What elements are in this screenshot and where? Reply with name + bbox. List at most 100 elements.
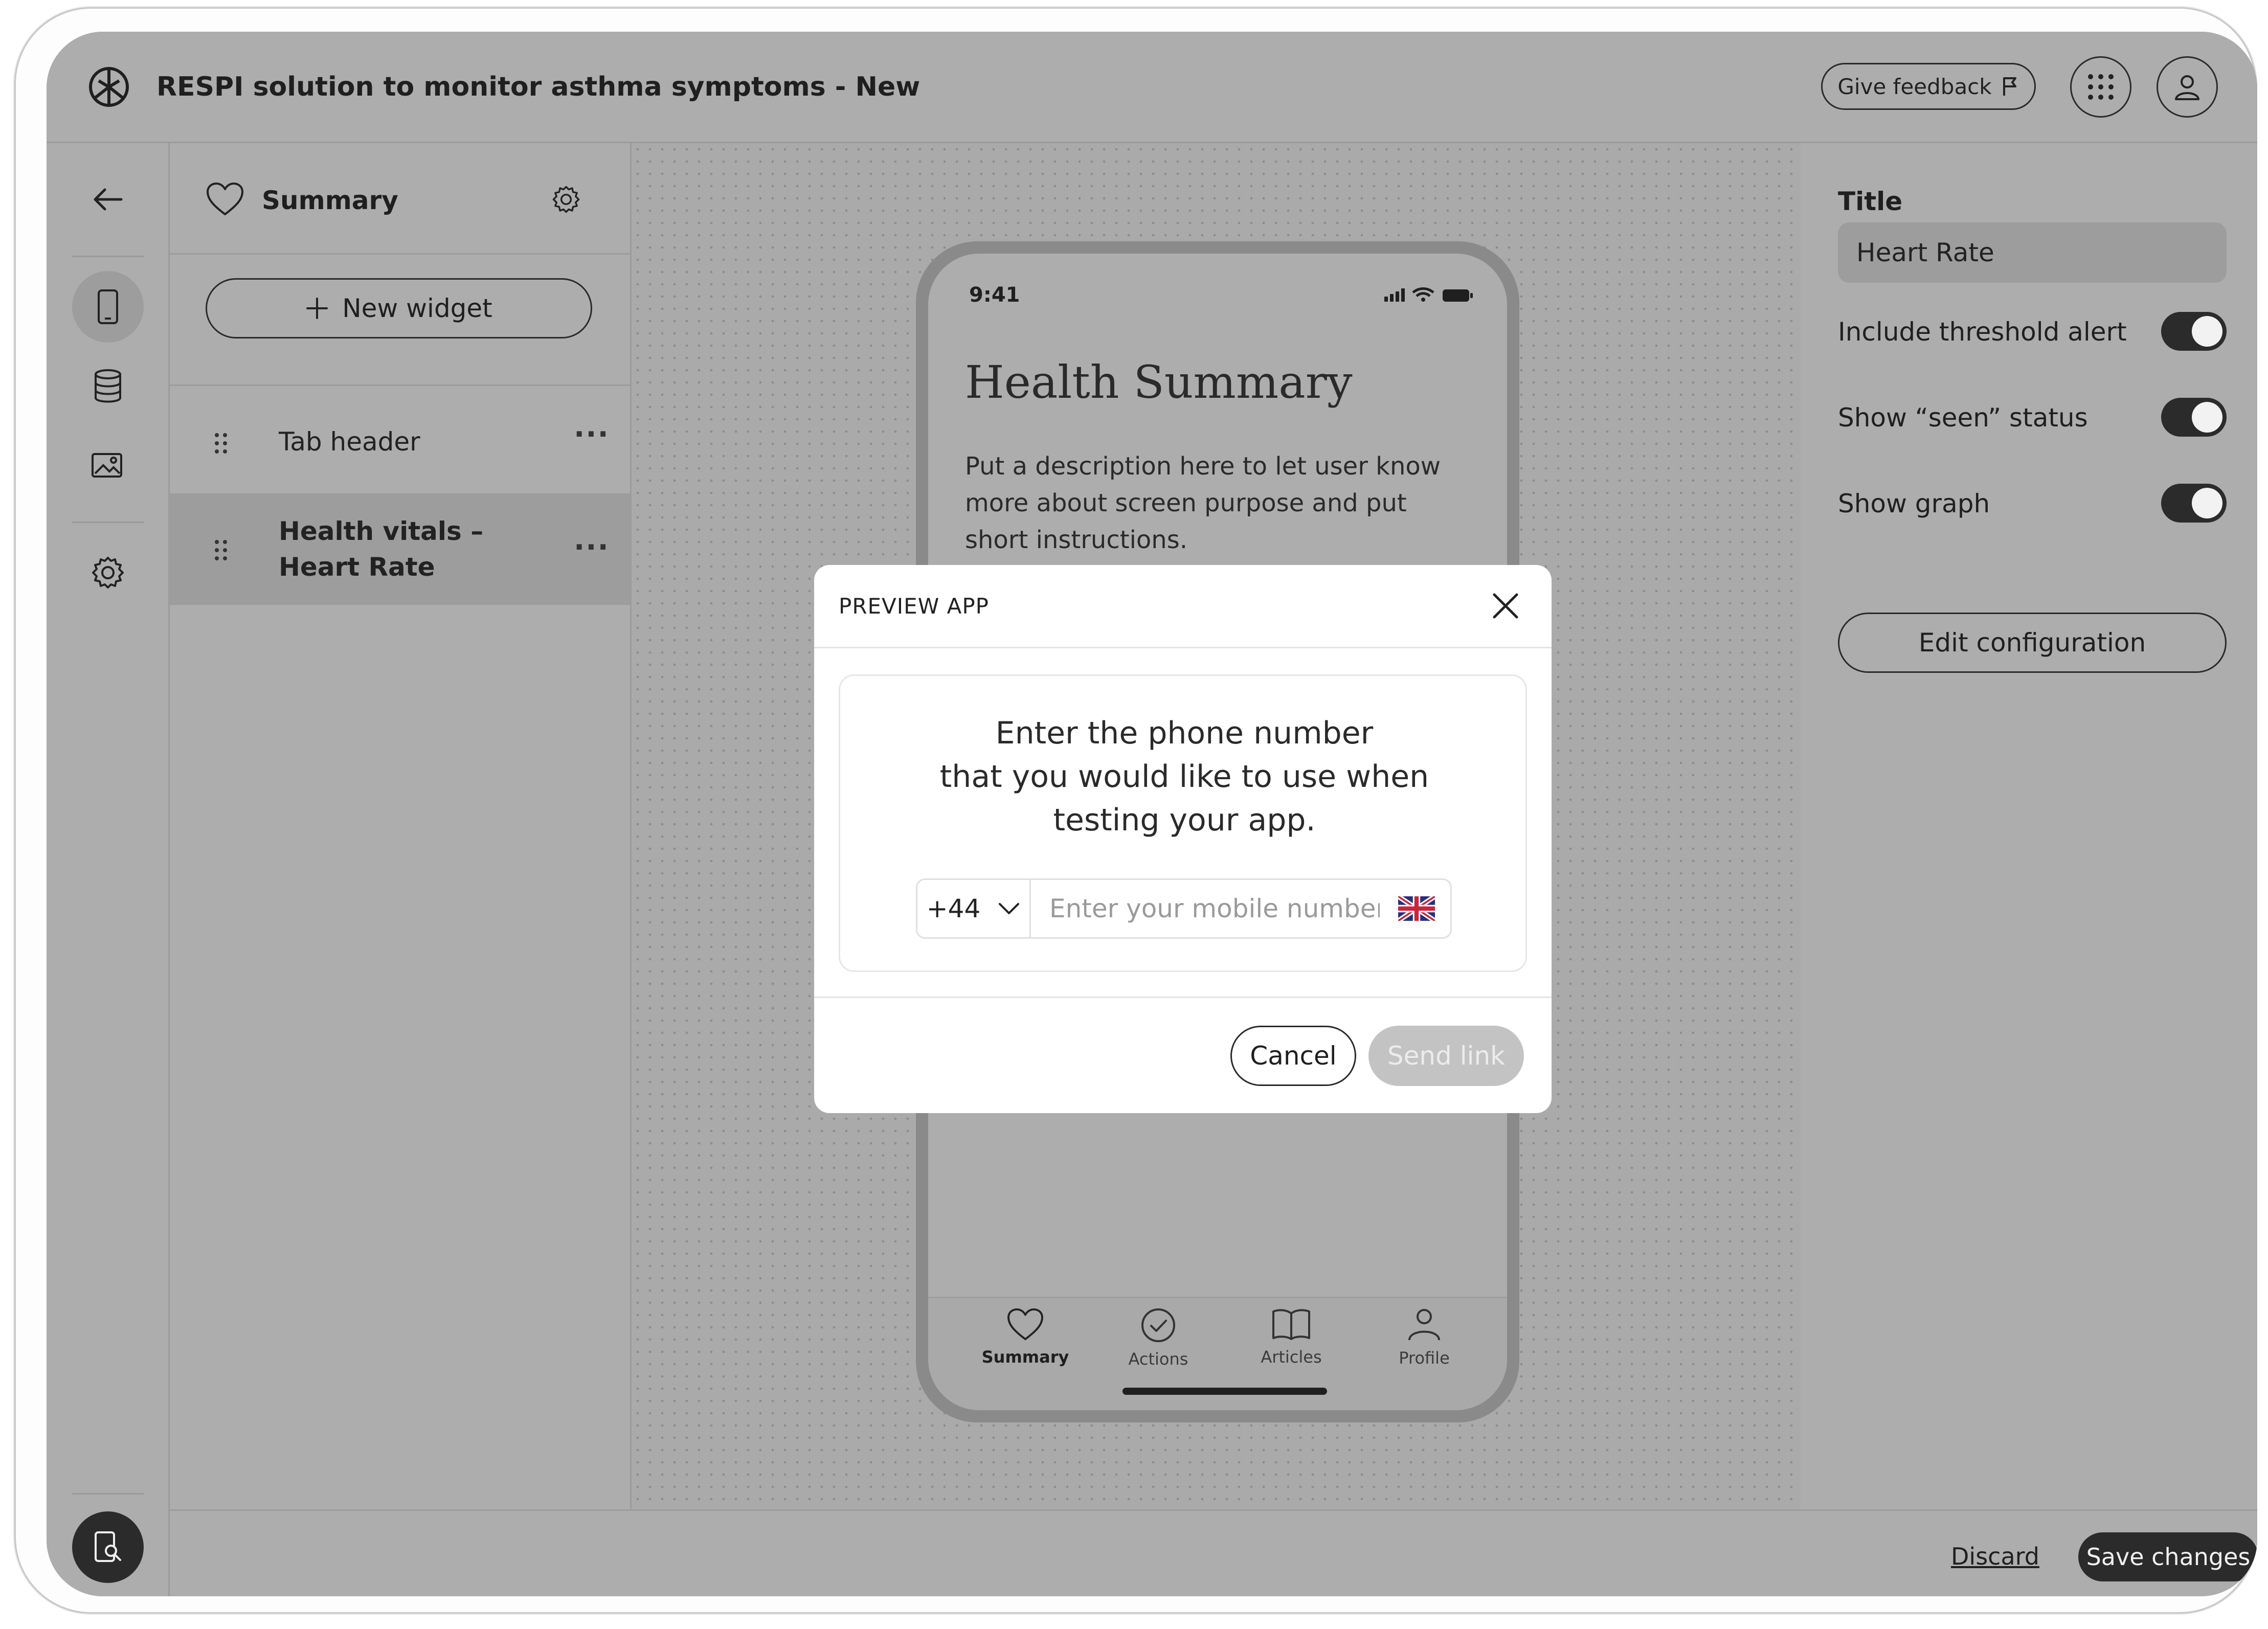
toggle-knob: [2192, 316, 2222, 347]
toggle-knob: [2192, 488, 2222, 518]
footer-bar: Discard Save changes: [170, 1509, 2257, 1596]
tab-label: Actions: [1128, 1349, 1188, 1369]
apps-grid-button[interactable]: [2070, 56, 2131, 118]
rail-data-button[interactable]: [72, 350, 144, 422]
title-field-label: Title: [1838, 187, 1903, 216]
heart-icon: [1007, 1308, 1043, 1341]
save-changes-button[interactable]: Save changes: [2078, 1532, 2257, 1581]
edit-configuration-button[interactable]: Edit configuration: [1838, 613, 2227, 673]
widgets-panel: Summary New widget Tab header ··· Health…: [170, 143, 632, 1509]
home-indicator: [1122, 1388, 1327, 1395]
drag-handle-icon[interactable]: [213, 539, 229, 561]
modal-header: PREVIEW APP: [814, 565, 1552, 648]
country-code-select[interactable]: +44: [917, 880, 1031, 937]
title-input[interactable]: [1838, 222, 2227, 283]
more-options-icon[interactable]: ···: [574, 418, 610, 451]
toggle-label: Show “seen” status: [1838, 403, 2088, 433]
app-screen: RESPI solution to monitor asthma symptom…: [47, 32, 2257, 1596]
send-link-button[interactable]: Send link: [1368, 1026, 1524, 1086]
more-options-icon[interactable]: ···: [574, 531, 610, 564]
user-icon: [2175, 75, 2199, 100]
rail-divider: [72, 256, 144, 257]
rail-divider: [72, 522, 144, 523]
widget-label-line: Heart Rate: [279, 552, 435, 582]
rail-divider: [72, 1493, 144, 1495]
modal-title: PREVIEW APP: [839, 594, 989, 619]
prompt-line: Enter the phone number: [995, 715, 1374, 751]
drag-handle-icon[interactable]: [213, 432, 229, 455]
threshold-alert-toggle[interactable]: [2161, 312, 2227, 351]
status-icons: [1384, 287, 1473, 302]
uk-flag-icon: [1398, 896, 1435, 921]
toggle-row-seen-status: Show “seen” status: [1838, 398, 2227, 439]
show-graph-toggle[interactable]: [2161, 484, 2227, 523]
preview-app-button[interactable]: [72, 1511, 144, 1583]
mobile-number-input[interactable]: [1031, 880, 1398, 937]
widget-label: Health vitals – Heart Rate: [279, 513, 483, 585]
tab-summary[interactable]: Summary: [974, 1307, 1076, 1367]
top-bar: RESPI solution to monitor asthma symptom…: [47, 32, 2257, 143]
prompt-line: testing your app.: [1053, 802, 1316, 838]
seen-status-toggle[interactable]: [2161, 398, 2227, 437]
rail-screens-button[interactable]: [72, 271, 144, 343]
plus-icon: [306, 298, 328, 319]
mobile-device-icon: [98, 289, 118, 324]
heart-icon: [207, 183, 243, 215]
cancel-button[interactable]: Cancel: [1230, 1026, 1356, 1086]
left-rail: [47, 143, 170, 1596]
rail-media-button[interactable]: [72, 429, 144, 501]
gear-icon: [92, 557, 124, 589]
database-icon: [95, 369, 121, 403]
back-button[interactable]: [72, 164, 144, 235]
modal-prompt: Enter the phone number that you would li…: [840, 712, 1529, 842]
tab-label: Summary: [981, 1347, 1069, 1367]
widget-label: Tab header: [279, 427, 420, 457]
toggle-row-show-graph: Show graph: [1838, 484, 2227, 525]
tab-articles[interactable]: Articles: [1240, 1307, 1342, 1367]
grid-dots-icon: [2088, 74, 2114, 100]
tablet-frame: RESPI solution to monitor asthma symptom…: [14, 7, 2257, 1614]
screen-settings-gear-icon[interactable]: [552, 185, 580, 214]
preview-app-modal: PREVIEW APP Enter the phone number that …: [814, 565, 1552, 1113]
widget-label-line: Health vitals –: [279, 516, 484, 546]
modal-footer: Cancel Send link: [814, 997, 1552, 1113]
close-icon[interactable]: [1490, 591, 1521, 621]
give-feedback-label: Give feedback: [1837, 74, 1992, 99]
toggle-row-threshold-alert: Include threshold alert: [1838, 312, 2227, 353]
toggle-label: Show graph: [1838, 489, 1990, 518]
toggle-knob: [2192, 402, 2222, 433]
discard-link[interactable]: Discard: [1951, 1543, 2039, 1570]
properties-panel: Title Include threshold alert Show “seen…: [1802, 143, 2257, 1509]
new-widget-button[interactable]: New widget: [206, 278, 592, 338]
widget-row-tab-header[interactable]: Tab header ···: [170, 386, 630, 493]
tab-actions[interactable]: Actions: [1107, 1307, 1209, 1369]
widget-row-health-vitals[interactable]: Health vitals – Heart Rate ···: [170, 495, 630, 605]
tab-label: Articles: [1261, 1347, 1322, 1367]
give-feedback-button[interactable]: Give feedback: [1821, 63, 2036, 110]
panel-title: Summary: [262, 186, 398, 215]
app-logo-icon: [89, 67, 129, 107]
app-title: RESPI solution to monitor asthma symptom…: [156, 72, 920, 102]
rail-settings-button[interactable]: [72, 537, 144, 608]
tab-profile[interactable]: Profile: [1373, 1307, 1475, 1368]
arrow-left-icon: [94, 188, 123, 211]
new-widget-label: New widget: [342, 293, 492, 323]
preview-search-icon: [95, 1531, 121, 1562]
image-gallery-icon: [92, 453, 122, 478]
account-button[interactable]: [2157, 56, 2218, 118]
person-icon: [1408, 1309, 1440, 1341]
tab-label: Profile: [1399, 1348, 1450, 1368]
check-circle-icon: [1141, 1308, 1175, 1342]
phone-description: Put a description here to let user know …: [965, 452, 1441, 554]
flag-icon: [2003, 77, 2016, 96]
phone-entry-card: Enter the phone number that you would li…: [839, 674, 1527, 972]
status-time: 9:41: [969, 283, 1020, 307]
country-code-value: +44: [926, 894, 981, 923]
chevron-down-icon: [999, 903, 1020, 914]
phone-number-field: +44: [916, 878, 1452, 939]
toggle-label: Include threshold alert: [1838, 317, 2127, 347]
prompt-line: that you would like to use when: [939, 759, 1429, 795]
phone-heading: Health Summary: [965, 356, 1353, 409]
panel-header: Summary: [170, 143, 630, 255]
book-icon: [1272, 1309, 1310, 1340]
